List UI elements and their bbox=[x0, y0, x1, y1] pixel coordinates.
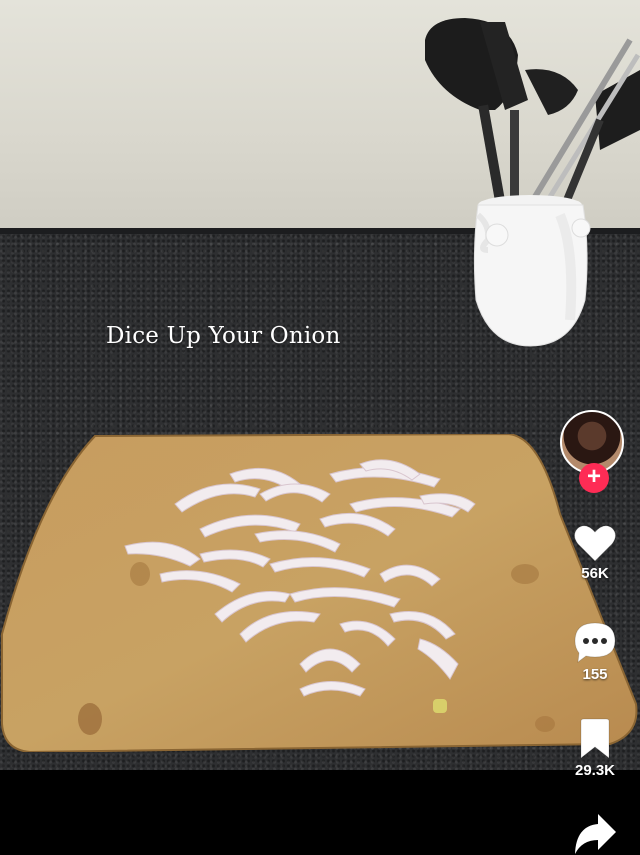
utensil-crock bbox=[425, 18, 640, 347]
video-caption: Dice Up Your Onion bbox=[106, 323, 341, 349]
like-count: 56K bbox=[581, 565, 609, 582]
cutting-board bbox=[0, 434, 638, 752]
heart-icon bbox=[574, 525, 616, 562]
like-button[interactable]: 56K bbox=[560, 523, 630, 582]
comment-icon bbox=[574, 622, 616, 664]
comment-count: 155 bbox=[582, 666, 608, 683]
creator-avatar-button[interactable]: + bbox=[560, 410, 628, 493]
follow-button[interactable]: + bbox=[579, 463, 609, 493]
bookmark-icon bbox=[580, 718, 610, 760]
video-player[interactable]: Dice Up Your Onion bbox=[0, 0, 640, 770]
share-icon bbox=[575, 814, 616, 854]
share-button[interactable] bbox=[560, 812, 630, 855]
save-count: 29.3K bbox=[574, 762, 616, 779]
save-button[interactable]: 29.3K bbox=[560, 718, 630, 779]
comment-button[interactable]: 155 bbox=[560, 620, 630, 683]
bottom-bar bbox=[0, 770, 640, 855]
